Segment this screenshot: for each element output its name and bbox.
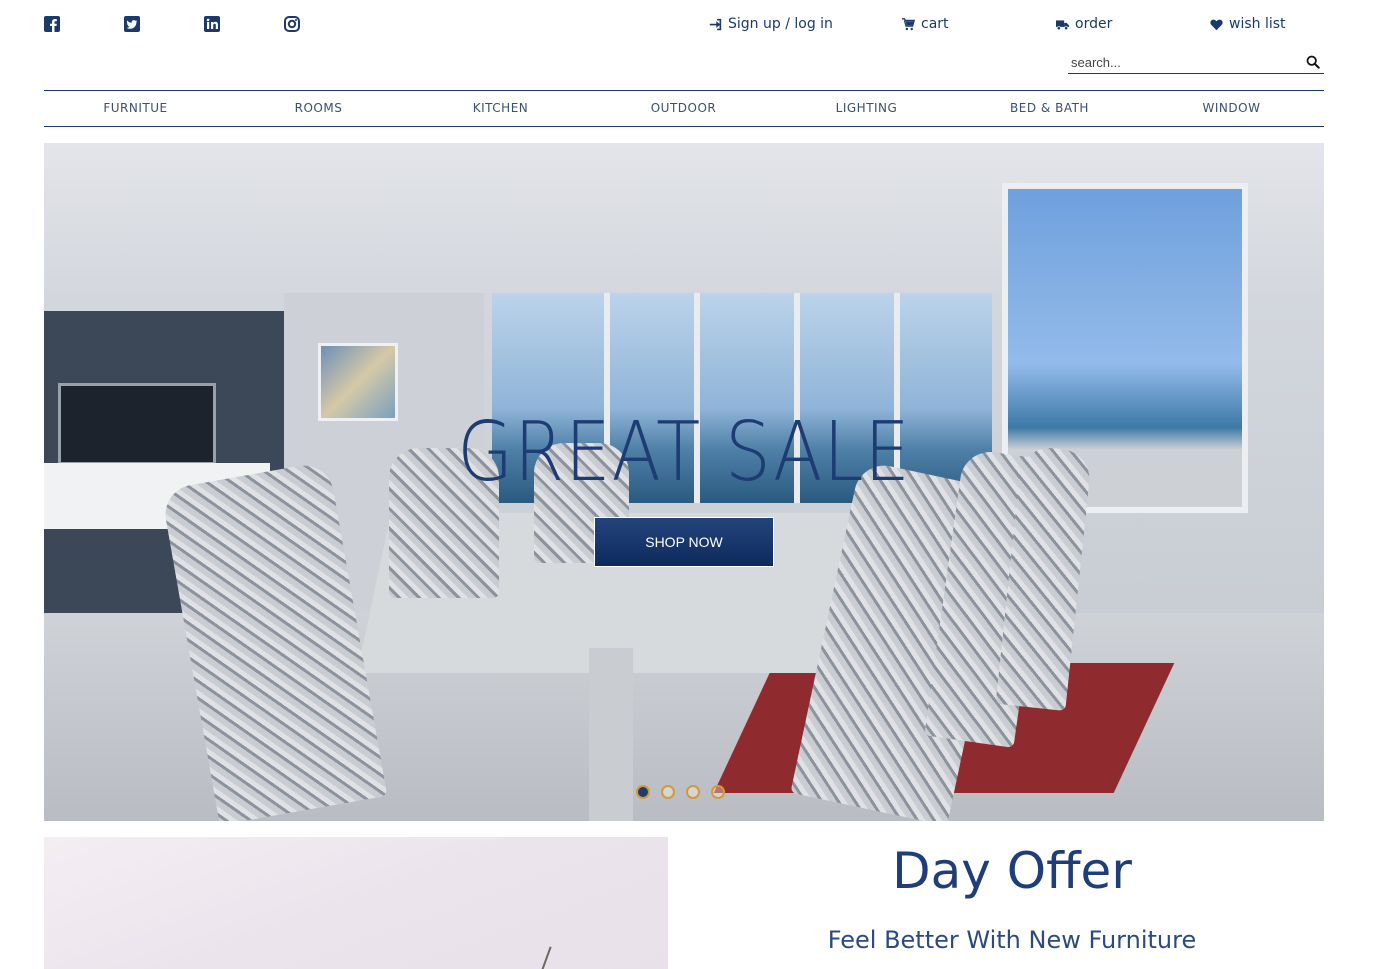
order-label: order (1075, 16, 1113, 32)
nav-item-lighting[interactable]: LIGHTING (775, 101, 958, 115)
main-nav: FURNITUE ROOMS KITCHEN OUTDOOR LIGHTING … (44, 90, 1324, 127)
cart-link[interactable]: cart (902, 16, 949, 32)
hero-title: GREAT SALE (457, 405, 911, 500)
top-links: Sign up / log in cart order wish list (0, 16, 1373, 36)
cart-label: cart (921, 16, 949, 32)
signup-login-label: Sign up / log in (728, 16, 833, 32)
wish-list-link[interactable]: wish list (1210, 16, 1286, 32)
hero-slider: GREAT SALE SHOP NOW (44, 143, 1324, 821)
nav-item-window[interactable]: WINDOW (1140, 101, 1323, 115)
slider-dot-2[interactable] (661, 785, 675, 799)
nav-item-kitchen[interactable]: KITCHEN (409, 101, 592, 115)
order-link[interactable]: order (1056, 16, 1112, 32)
nav-item-bed-bath[interactable]: BED & BATH (958, 101, 1141, 115)
day-offer-subtitle: Feel Better With New Furniture (827, 926, 1197, 954)
heart-icon (1210, 19, 1223, 30)
slider-dot-1[interactable] (636, 785, 650, 799)
signup-login-link[interactable]: Sign up / log in (709, 16, 833, 32)
cart-icon (902, 17, 915, 30)
wish-list-label: wish list (1229, 16, 1286, 32)
slider-dot-3[interactable] (686, 785, 700, 799)
slider-dot-4[interactable] (711, 785, 725, 799)
day-offer-title: Day Offer (892, 842, 1132, 900)
nav-item-furniture[interactable]: FURNITUE (44, 101, 227, 115)
nav-item-outdoor[interactable]: OUTDOOR (592, 101, 775, 115)
slider-dots (636, 785, 736, 799)
search-bar (1068, 52, 1324, 74)
nav-item-rooms[interactable]: ROOMS (227, 101, 410, 115)
search-icon[interactable] (1306, 55, 1320, 69)
search-input[interactable] (1068, 52, 1288, 72)
sign-in-icon (709, 18, 722, 30)
truck-icon (1056, 19, 1069, 30)
shop-now-button[interactable]: SHOP NOW (594, 517, 774, 567)
promo-image (44, 837, 668, 969)
